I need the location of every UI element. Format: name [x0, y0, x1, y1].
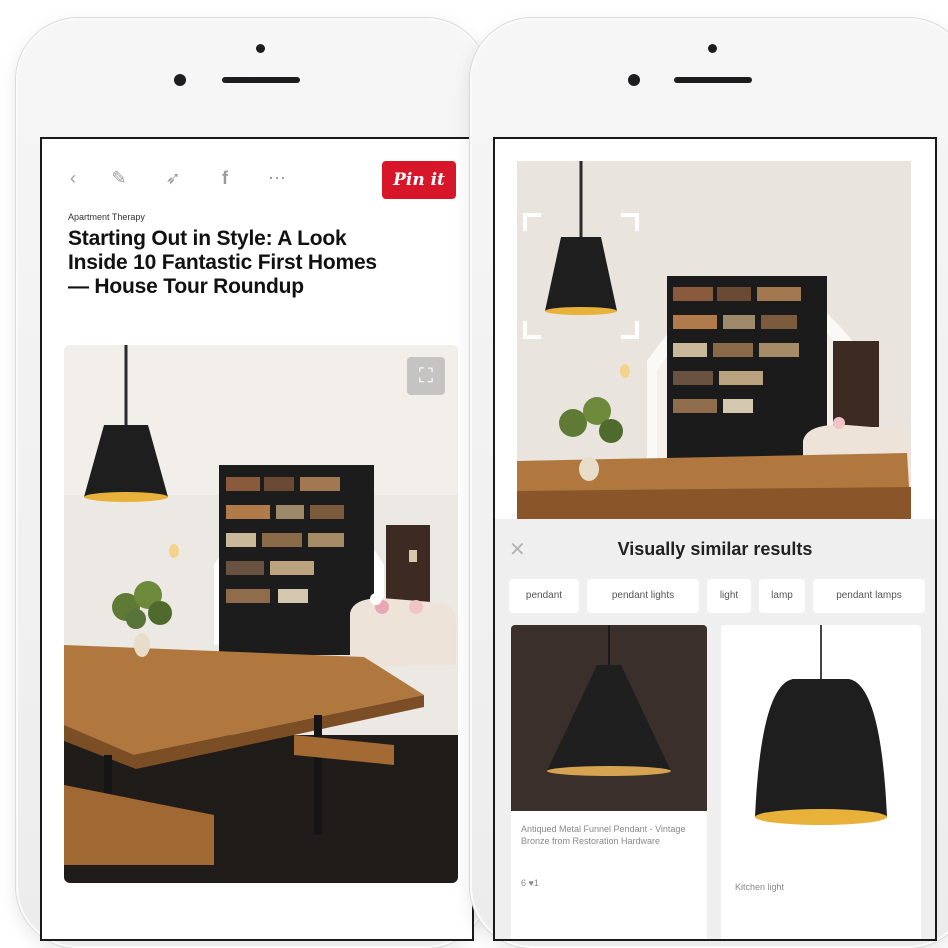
pendant-lamp-photo: [511, 625, 707, 811]
dining-room-photo: [517, 161, 911, 519]
pendant-lamp-photo: [721, 625, 921, 859]
results-title: Visually similar results: [617, 539, 813, 559]
result-card[interactable]: Antiqued Metal Funnel Pendant - Vintage …: [511, 625, 707, 939]
right-phone-screen: ✕ Visually similar results pendant penda…: [493, 137, 937, 941]
facebook-icon[interactable]: f: [212, 165, 238, 191]
visually-similar-panel: ✕ Visually similar results pendant penda…: [495, 519, 935, 939]
earpiece-speaker: [222, 77, 300, 83]
pin-it-button[interactable]: Pin it: [382, 161, 456, 199]
edit-pencil-icon[interactable]: ✎: [106, 165, 132, 191]
back-chevron-icon[interactable]: ‹: [60, 165, 86, 191]
pin-toolbar: ‹ ✎ ➶ f ⋯ Pin it: [60, 161, 460, 199]
result-card[interactable]: Kitchen light: [721, 625, 921, 939]
front-camera: [628, 74, 640, 86]
pin-source[interactable]: Apartment Therapy: [68, 212, 145, 222]
dining-room-photo: [64, 345, 458, 883]
visual-search-expand-icon[interactable]: ⛶: [407, 357, 445, 395]
chip-lamp[interactable]: lamp: [759, 579, 805, 613]
search-source-photo[interactable]: [517, 161, 911, 519]
chip-pendant[interactable]: pendant: [509, 579, 579, 613]
send-icon[interactable]: ➶: [160, 165, 186, 191]
front-sensor-dot: [708, 44, 717, 53]
front-sensor-dot: [256, 44, 265, 53]
result-caption: Kitchen light: [735, 882, 785, 892]
chip-light[interactable]: light: [707, 579, 751, 613]
earpiece-speaker: [674, 77, 752, 83]
pin-title: Starting Out in Style: A Look Inside 10 …: [68, 227, 377, 298]
chip-pendant-lamps[interactable]: pendant lamps: [813, 579, 925, 613]
pin-photo[interactable]: ⛶: [64, 345, 458, 883]
left-phone-screen: ‹ ✎ ➶ f ⋯ Pin it Apartment Therapy Start…: [40, 137, 474, 941]
result-meta: 6 ♥1: [521, 878, 539, 888]
chip-pendant-lights[interactable]: pendant lights: [587, 579, 699, 613]
more-icon[interactable]: ⋯: [264, 165, 290, 191]
result-caption: Antiqued Metal Funnel Pendant - Vintage …: [521, 824, 686, 846]
front-camera: [174, 74, 186, 86]
